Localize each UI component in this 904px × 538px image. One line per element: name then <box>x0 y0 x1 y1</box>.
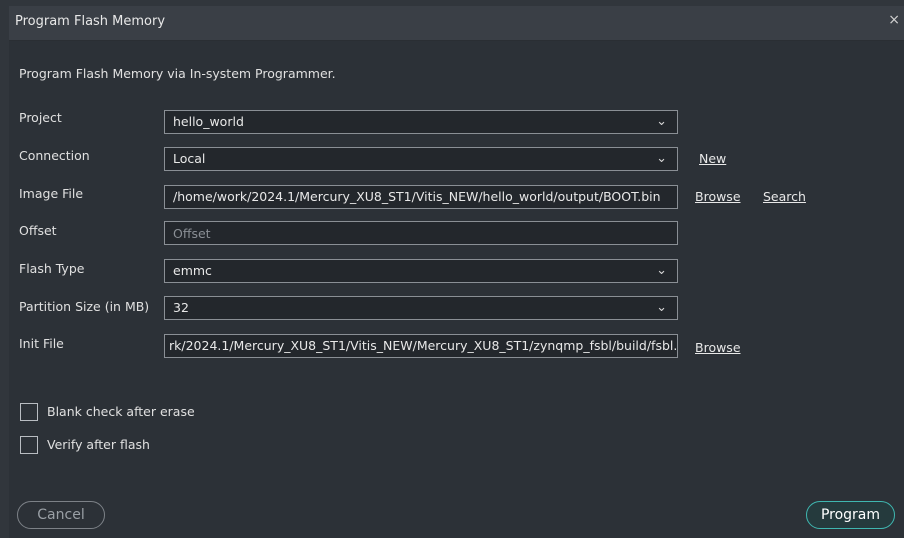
close-icon[interactable]: × <box>888 12 900 28</box>
partition-size-value: 32 <box>173 300 189 315</box>
flash-type-select[interactable]: emmc ⌄ <box>164 259 678 283</box>
blank-check-checkbox[interactable] <box>20 403 38 421</box>
init-file-browse-link[interactable]: Browse <box>695 340 741 355</box>
partition-size-select[interactable]: 32 ⌄ <box>164 296 678 320</box>
image-file-browse-link[interactable]: Browse <box>695 189 741 204</box>
verify-checkbox[interactable] <box>20 436 38 454</box>
dialog-titlebar: Program Flash Memory × <box>9 6 904 41</box>
init-file-value: rk/2024.1/Mercury_XU8_ST1/Vitis_NEW/Merc… <box>169 338 678 353</box>
init-file-label: Init File <box>19 336 64 351</box>
new-connection-link[interactable]: New <box>699 151 726 166</box>
connection-value: Local <box>173 151 206 166</box>
project-select[interactable]: hello_world ⌄ <box>164 110 678 134</box>
dialog-subtitle: Program Flash Memory via In-system Progr… <box>19 66 336 81</box>
verify-label: Verify after flash <box>47 437 150 452</box>
image-file-label: Image File <box>19 186 84 201</box>
dialog-title: Program Flash Memory <box>15 14 166 29</box>
image-file-field[interactable]: /home/work/2024.1/Mercury_XU8_ST1/Vitis_… <box>164 185 678 209</box>
image-file-value: /home/work/2024.1/Mercury_XU8_ST1/Vitis_… <box>173 189 661 204</box>
offset-field[interactable] <box>164 221 678 245</box>
connection-select[interactable]: Local ⌄ <box>164 147 678 171</box>
project-value: hello_world <box>173 114 244 129</box>
chevron-down-icon: ⌄ <box>656 151 667 166</box>
project-label: Project <box>19 110 62 125</box>
flash-type-label: Flash Type <box>19 261 85 276</box>
partition-size-label: Partition Size (in MB) <box>19 299 150 314</box>
offset-input[interactable] <box>173 222 677 244</box>
chevron-down-icon: ⌄ <box>656 300 667 315</box>
dialog-body: Program Flash Memory via In-system Progr… <box>9 41 904 538</box>
chevron-down-icon: ⌄ <box>656 114 667 129</box>
cancel-button[interactable]: Cancel <box>17 501 105 529</box>
offset-label: Offset <box>19 223 57 238</box>
chevron-down-icon: ⌄ <box>656 263 667 278</box>
program-button[interactable]: Program <box>806 501 895 529</box>
init-file-field[interactable]: rk/2024.1/Mercury_XU8_ST1/Vitis_NEW/Merc… <box>164 334 678 358</box>
image-file-search-link[interactable]: Search <box>763 189 806 204</box>
connection-label: Connection <box>19 148 90 163</box>
flash-type-value: emmc <box>173 263 212 278</box>
blank-check-label: Blank check after erase <box>47 404 195 419</box>
